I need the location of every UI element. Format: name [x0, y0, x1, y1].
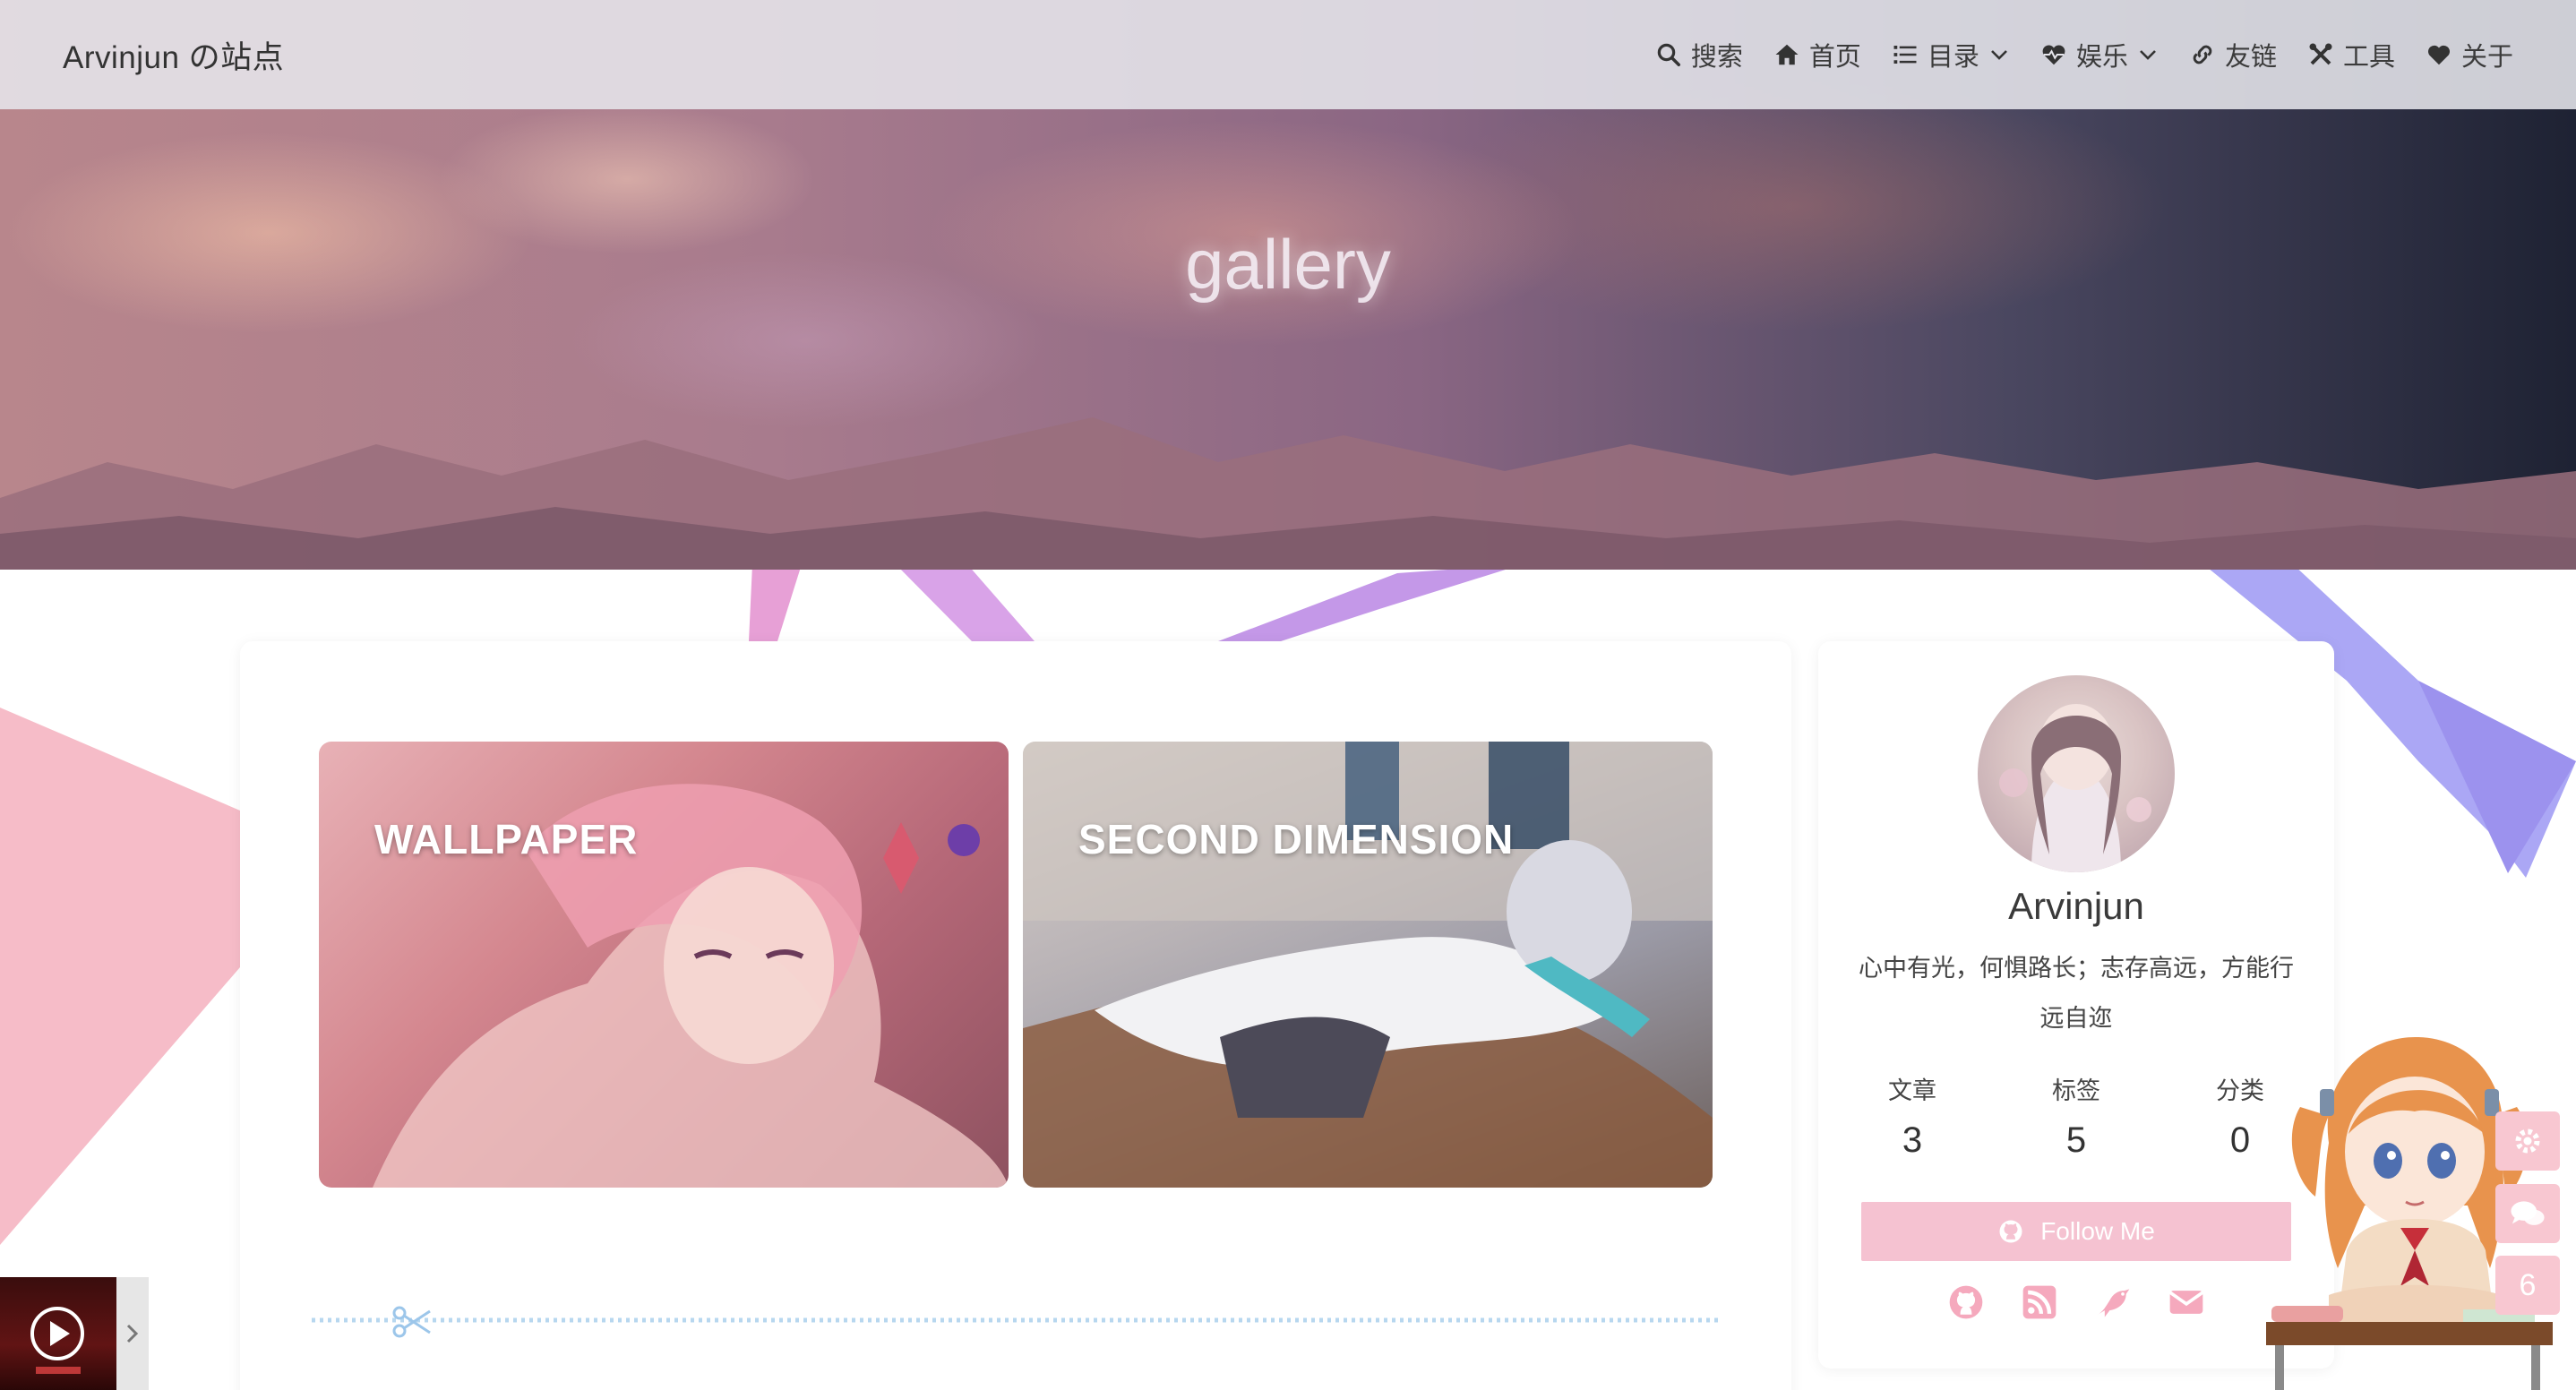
- heartbeat-icon: [2042, 45, 2065, 65]
- mail-icon[interactable]: [2167, 1283, 2206, 1322]
- home-icon: [1775, 44, 1799, 65]
- nav-item-entertainment[interactable]: 娱乐: [2040, 36, 2159, 73]
- chevron-right-icon: [126, 1324, 139, 1343]
- chevron-down-icon: [1991, 50, 2007, 60]
- stat-label: 标签: [2052, 1077, 2100, 1105]
- nav-item-label: 关于: [2460, 41, 2513, 72]
- follow-me-label: Follow Me: [2040, 1217, 2155, 1245]
- stat-tags[interactable]: 标签 5: [2009, 1071, 2143, 1161]
- nav-item-search[interactable]: 搜索: [1655, 36, 1743, 73]
- anime-girl-image: [373, 784, 1009, 1188]
- github-icon[interactable]: [1946, 1283, 1986, 1322]
- nav-item-tools[interactable]: 工具: [2307, 36, 2395, 73]
- bird-icon[interactable]: [2093, 1283, 2133, 1322]
- nav-item-label: 友链: [2224, 41, 2277, 72]
- rss-icon[interactable]: [2020, 1283, 2059, 1322]
- nav-item-home[interactable]: 首页: [1773, 36, 1861, 73]
- anime-girl-image: [1023, 742, 1713, 1188]
- link-icon: [2193, 45, 2212, 64]
- nav-item-friends[interactable]: 友链: [2189, 36, 2277, 73]
- nav-item-label: 目录: [1927, 41, 1979, 72]
- avatar[interactable]: [1978, 675, 2175, 872]
- stat-label: 文章: [1888, 1077, 1936, 1105]
- heart-icon: [2427, 45, 2450, 65]
- gear-icon: [2515, 1128, 2540, 1154]
- social-links: [1818, 1283, 2334, 1322]
- nav-item-label: 首页: [1808, 41, 1861, 72]
- site-stats: 文章 3 标签 5 分类 0: [1845, 1071, 2307, 1161]
- top-navbar: Arvinjun の站点 搜索 首页 目录 娱乐 友链 工具 关于: [0, 0, 2576, 109]
- page-title: gallery: [1185, 225, 1391, 304]
- music-player: [0, 1277, 149, 1390]
- stat-articles[interactable]: 文章 3: [1845, 1071, 1979, 1161]
- stat-value: 3: [1902, 1120, 1923, 1160]
- list-icon: [1893, 46, 1917, 64]
- nav-item-label: 娱乐: [2075, 41, 2128, 72]
- tools-icon: [2309, 43, 2332, 65]
- author-profile-card: Arvinjun 心中有光，何惧路长；志存高远，方能行远自迩 文章 3 标签 5…: [1818, 641, 2334, 1369]
- main-menu: 搜索 首页 目录 娱乐 友链 工具 关于: [1655, 36, 2513, 73]
- stat-value: 5: [2065, 1120, 2087, 1160]
- author-name: Arvinjun: [2008, 885, 2144, 927]
- site-brand[interactable]: Arvinjun の站点: [63, 32, 284, 78]
- gallery-card: WALLPAPER SECOND DIMENSION: [240, 641, 1791, 1390]
- nav-item-catalog[interactable]: 目录: [1892, 36, 2010, 73]
- mountain-silhouette: [0, 417, 2576, 570]
- chevron-down-icon: [2140, 50, 2156, 60]
- comment-count-badge[interactable]: 6: [2495, 1256, 2560, 1315]
- album-cover[interactable]: [0, 1277, 116, 1390]
- settings-button[interactable]: [2495, 1111, 2560, 1171]
- follow-me-button[interactable]: Follow Me: [1861, 1202, 2291, 1261]
- gallery-item-title: WALLPAPER: [374, 816, 639, 862]
- scissors-divider: [312, 1306, 1720, 1338]
- search-icon: [1657, 43, 1680, 66]
- nav-item-label: 搜索: [1690, 41, 1743, 72]
- gallery-item-second-dimension[interactable]: SECOND DIMENSION: [1023, 742, 1713, 1188]
- gallery-item-title: SECOND DIMENSION: [1078, 816, 1515, 862]
- author-motto: 心中有光，何惧路长；志存高远，方能行远自迩: [1859, 955, 2294, 1033]
- chat-bubbles-icon: [2511, 1201, 2545, 1225]
- nav-item-label: 工具: [2342, 41, 2395, 72]
- gallery-item-wallpaper[interactable]: WALLPAPER: [319, 742, 1009, 1188]
- player-expand-toggle[interactable]: [116, 1277, 149, 1390]
- nav-item-about[interactable]: 关于: [2426, 36, 2513, 73]
- github-icon: [1999, 1220, 2022, 1243]
- chat-button[interactable]: [2495, 1184, 2560, 1243]
